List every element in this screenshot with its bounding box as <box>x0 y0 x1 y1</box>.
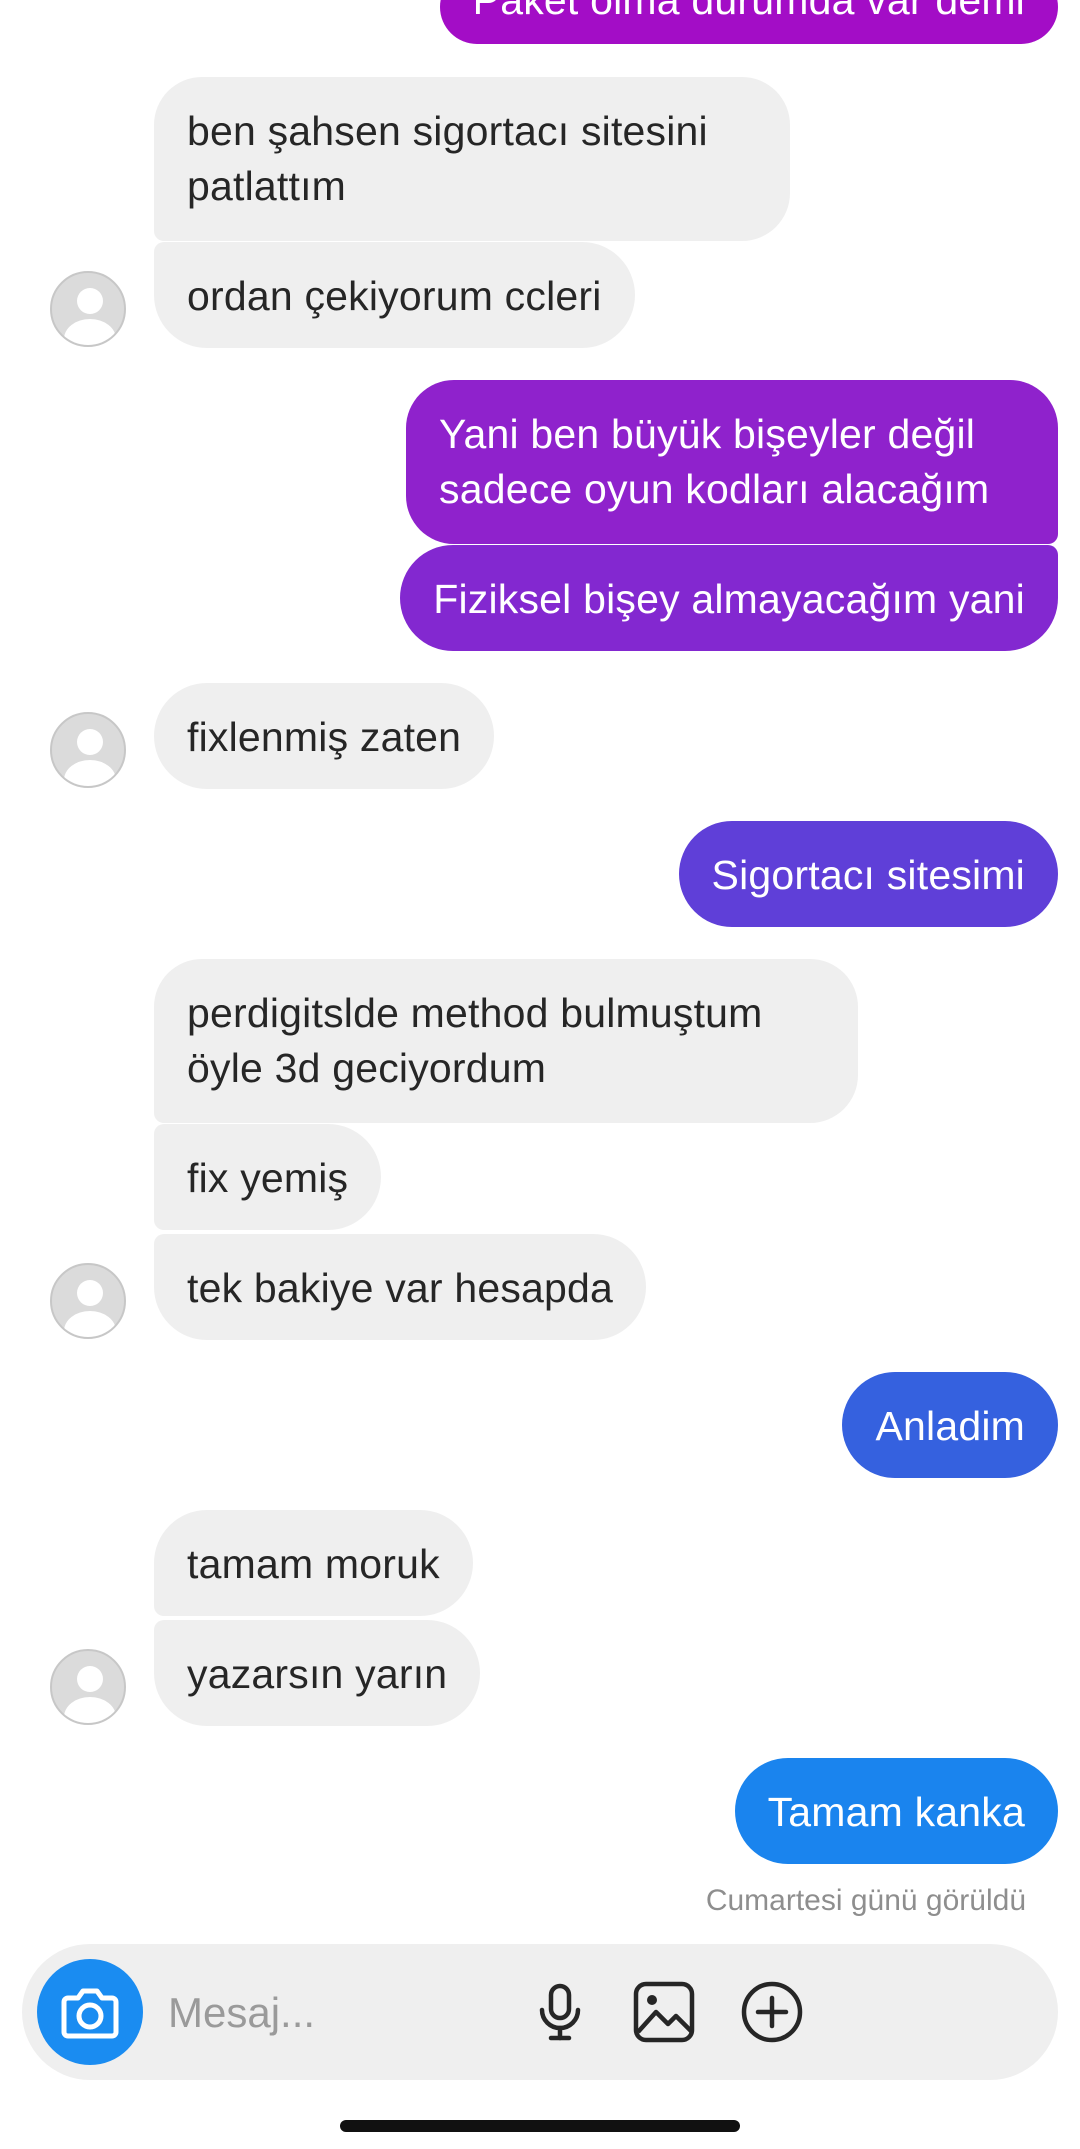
avatar-head <box>77 1666 103 1692</box>
message-bubble-incoming[interactable]: tek bakiye var hesapda <box>154 1234 647 1340</box>
message-bubble-incoming[interactable]: yazarsın yarın <box>154 1620 481 1726</box>
gallery-icon <box>633 1981 695 2043</box>
avatar-head <box>77 1280 103 1306</box>
camera-icon <box>61 1988 119 2039</box>
message-bubble-incoming[interactable]: fixlenmiş zaten <box>154 683 495 789</box>
message-bubble-outgoing[interactable]: Anladim <box>842 1372 1058 1478</box>
microphone-icon <box>539 1983 581 2041</box>
camera-button[interactable] <box>37 1959 143 2065</box>
microphone-button[interactable] <box>526 1978 594 2046</box>
more-button[interactable] <box>738 1978 806 2046</box>
gallery-button[interactable] <box>630 1978 698 2046</box>
avatar-body <box>64 1311 116 1337</box>
message-bubble-incoming[interactable]: perdigitslde method bulmuştum öyle 3d ge… <box>154 959 858 1123</box>
message-bubble-outgoing[interactable]: Tamam kanka <box>734 1758 1058 1864</box>
message-input[interactable] <box>166 1980 690 2046</box>
message-bubble-outgoing[interactable]: Paket olma durumda var demi <box>439 0 1058 44</box>
message-composer <box>22 1944 1058 2080</box>
message-bubble-outgoing[interactable]: Sigortacı sitesimi <box>678 821 1058 927</box>
message-bubble-outgoing[interactable]: Fiziksel bişey almayacağım yani <box>400 545 1058 651</box>
message-bubble-incoming[interactable]: fix yemiş <box>154 1124 382 1230</box>
contact-avatar[interactable] <box>50 271 126 347</box>
contact-avatar[interactable] <box>50 1263 126 1339</box>
avatar-head <box>77 729 103 755</box>
contact-avatar[interactable] <box>50 712 126 788</box>
message-bubble-incoming[interactable]: ben şahsen sigortacı sitesini patlattım <box>154 77 790 241</box>
home-indicator[interactable] <box>340 2120 740 2132</box>
avatar-body <box>64 1697 116 1723</box>
plus-circle-icon <box>741 1981 803 2043</box>
contact-avatar[interactable] <box>50 1649 126 1725</box>
avatar-body <box>64 319 116 345</box>
message-bubble-outgoing[interactable]: Yani ben büyük bişeyler değil sadece oyu… <box>406 380 1058 544</box>
avatar-head <box>77 288 103 314</box>
seen-status: Cumartesi günü görüldü <box>705 1884 1026 1917</box>
avatar-body <box>64 760 116 786</box>
message-bubble-incoming[interactable]: tamam moruk <box>154 1510 473 1616</box>
message-bubble-incoming[interactable]: ordan çekiyorum ccleri <box>154 242 635 348</box>
